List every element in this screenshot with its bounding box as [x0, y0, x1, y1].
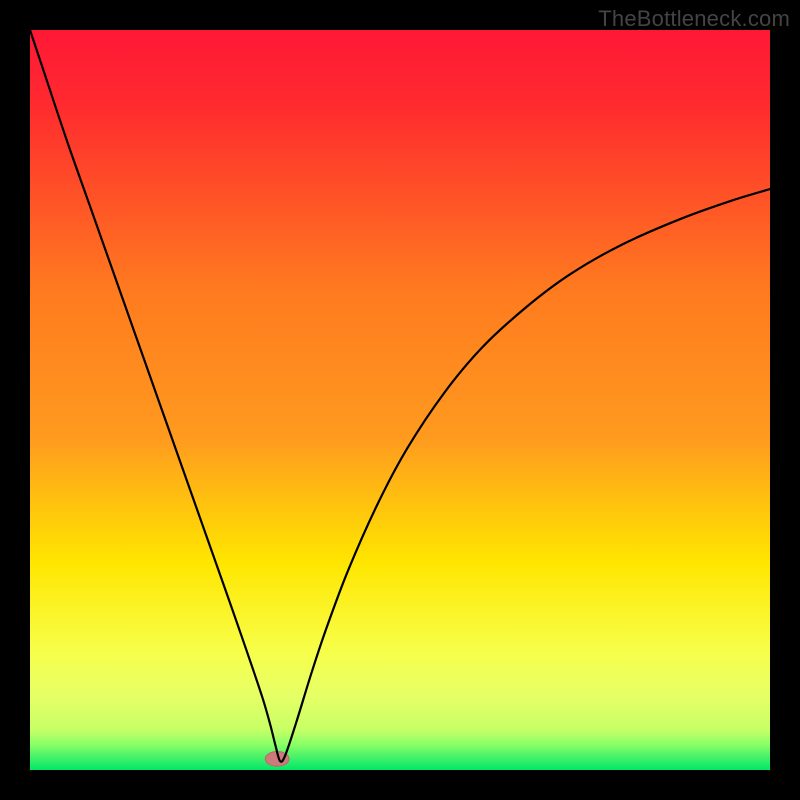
watermark-text: TheBottleneck.com: [598, 6, 790, 32]
chart-container: TheBottleneck.com: [0, 0, 800, 800]
plot-gradient-background: [30, 30, 770, 770]
bottleneck-curve-chart: [0, 0, 800, 800]
